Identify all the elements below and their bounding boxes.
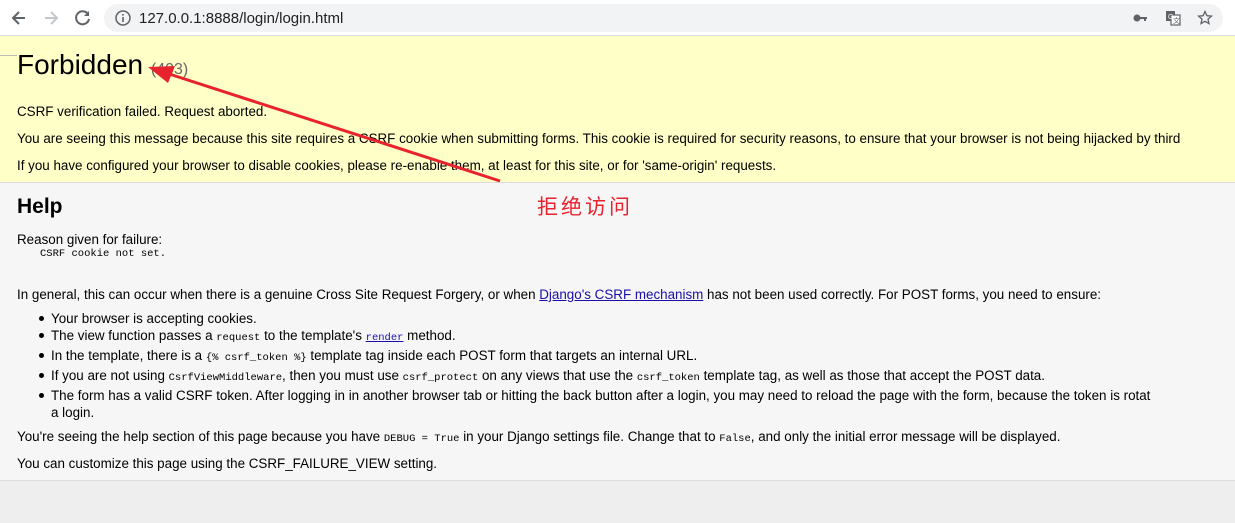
list-item: If you are not using CsrfViewMiddleware,…	[38, 367, 1150, 387]
status-code: (403)	[150, 61, 189, 78]
list-item-text: In the template, there is a	[51, 348, 206, 363]
browser-toolbar: 127.0.0.1:8888/login/login.html G 文	[0, 0, 1235, 36]
svg-text:文: 文	[1173, 16, 1180, 25]
list-item-text: template tag, as well as those that acce…	[699, 368, 1045, 383]
help-heading: Help	[17, 195, 63, 218]
divider	[0, 55, 17, 56]
star-icon[interactable]	[1197, 10, 1213, 26]
error-summary: Forbidden (403) CSRF verification failed…	[0, 36, 1235, 183]
page-content: Forbidden (403) CSRF verification failed…	[0, 36, 1235, 523]
cookies-text: If you have configured your browser to d…	[17, 158, 777, 173]
page-title: Forbidden (403)	[17, 49, 188, 81]
django-csrf-link[interactable]: Django's CSRF mechanism	[539, 287, 703, 302]
code-csrf-token: csrf_token	[636, 372, 700, 384]
list-item: In the template, there is a {% csrf_toke…	[38, 347, 1150, 367]
list-item-text: on any views that use the	[478, 368, 637, 383]
code-debug-true: DEBUG = True	[383, 433, 460, 445]
general-text-pre: In general, this can occur when there is…	[17, 287, 540, 302]
annotation-text: 拒绝访问	[537, 195, 633, 219]
reason-label: Reason given for failure:	[17, 232, 163, 247]
general-text: In general, this can occur when there is…	[17, 287, 1101, 302]
title-text: Forbidden	[17, 49, 144, 80]
list-item: Your browser is accepting cookies.	[38, 310, 1150, 327]
forward-arrow-icon[interactable]	[41, 8, 61, 28]
render-link[interactable]: render	[366, 332, 404, 344]
back-arrow-icon[interactable]	[9, 8, 29, 28]
reason-text: You are seeing this message because this…	[17, 131, 1181, 146]
general-text-post: has not been used correctly. For POST fo…	[703, 287, 1102, 302]
code-request: request	[216, 332, 261, 344]
code-middleware: CsrfViewMiddleware	[168, 372, 283, 384]
list-item: The view function passes a request to th…	[38, 327, 1150, 347]
debug-text-pre: You're seeing the help section of this p…	[17, 429, 384, 444]
address-bar[interactable]: 127.0.0.1:8888/login/login.html G 文	[104, 4, 1223, 32]
customize-text: You can customize this page using the CS…	[17, 456, 438, 471]
list-item: The form has a valid CSRF token. After l…	[38, 387, 1151, 421]
list-item-text: template tag inside each POST form that …	[306, 348, 698, 363]
code-csrf-protect: csrf_protect	[402, 372, 479, 384]
reason-value: CSRF cookie not set.	[40, 248, 167, 260]
debug-text: You're seeing the help section of this p…	[17, 429, 1060, 445]
list-item-text: The form has a valid CSRF token. After l…	[51, 388, 1151, 403]
reload-icon[interactable]	[73, 8, 93, 28]
requirements-list: Your browser is accepting cookies. The v…	[38, 310, 1151, 421]
list-item-text: a login.	[51, 405, 95, 420]
list-item-text: If you are not using	[51, 368, 169, 383]
debug-text-mid: in your Django settings file. Change tha…	[459, 429, 720, 444]
code-csrf-token-tag: {% csrf_token %}	[205, 352, 307, 364]
list-item-text: The view function passes a	[51, 328, 217, 343]
list-item-text: to the template's	[260, 328, 366, 343]
code-false: False	[719, 433, 751, 445]
help-section: Help Reason given for failure: CSRF cook…	[0, 183, 1235, 481]
list-item-text: , then you must use	[282, 368, 403, 383]
url-text[interactable]: 127.0.0.1:8888/login/login.html	[139, 10, 343, 27]
key-icon[interactable]	[1132, 10, 1148, 26]
info-icon[interactable]	[115, 10, 131, 26]
translate-icon[interactable]: G 文	[1165, 10, 1181, 26]
verification-failed-text: CSRF verification failed. Request aborte…	[17, 104, 268, 119]
debug-text-post: , and only the initial error message wil…	[750, 429, 1061, 444]
list-item-text: Your browser is accepting cookies.	[51, 311, 257, 326]
list-item-text: method.	[403, 328, 456, 343]
